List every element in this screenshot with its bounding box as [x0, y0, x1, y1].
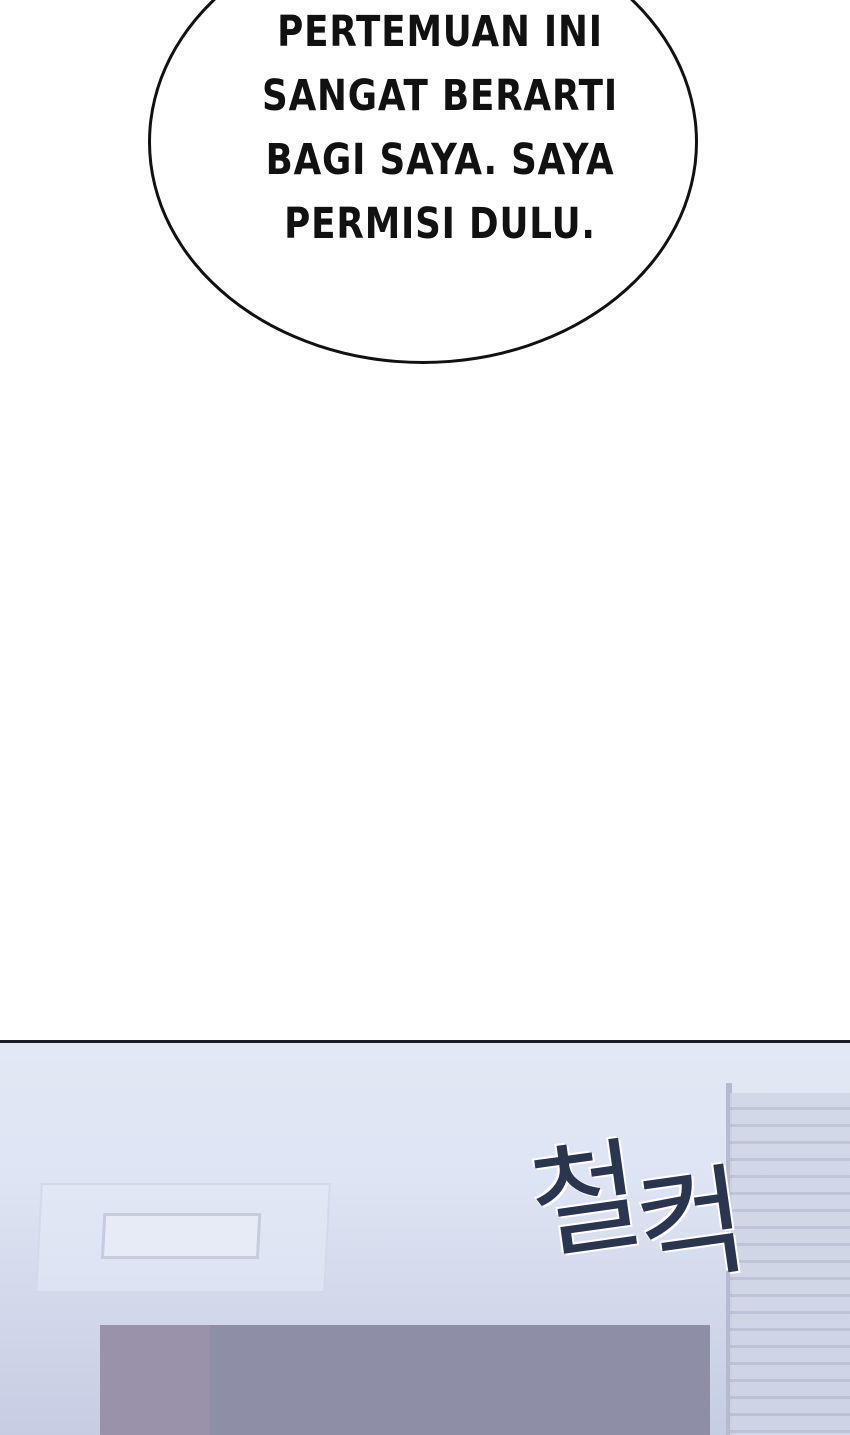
speech-line-1: PERTEMUAN INI [277, 7, 603, 57]
sound-effect: 철컥 [522, 1118, 787, 1398]
speech-line-3: BAGI SAYA. SAYA [265, 135, 615, 185]
wall-panel-left [100, 1325, 210, 1435]
speech-line-2: SANGAT BERARTI [262, 71, 618, 121]
speech-bubble-text: PERTEMUAN INI SANGAT BERARTI BAGI SAYA. … [200, 0, 680, 256]
ceiling-light [35, 1183, 331, 1293]
sound-effect-glyph-1: 철 [522, 1124, 652, 1278]
speech-line-4: PERMISI DULU. [284, 199, 596, 249]
ceiling-light-lamp [100, 1213, 262, 1259]
sound-effect-glyph-2: 컥 [627, 1150, 757, 1304]
comic-panel-office: 철컥 [0, 1040, 850, 1435]
